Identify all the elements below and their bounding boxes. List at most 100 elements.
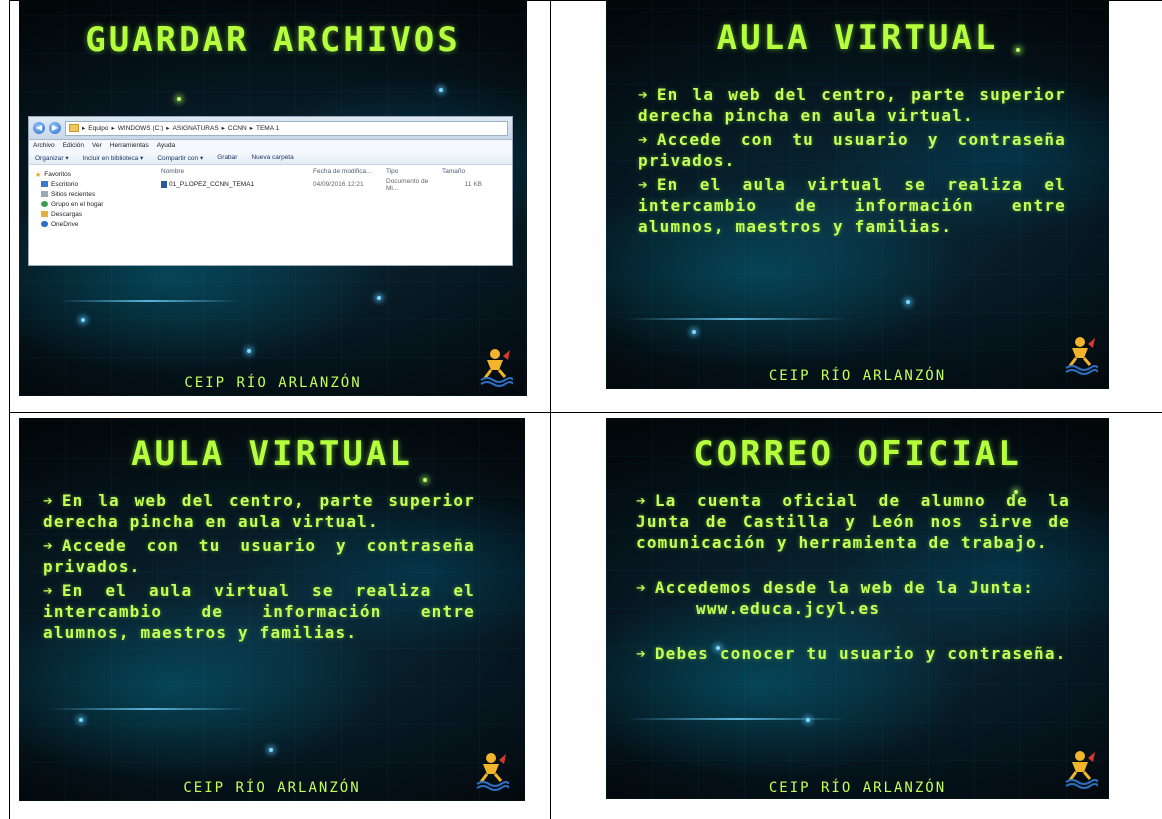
- slide-body: ➔ La cuenta oficial de alumno de la Junta…: [636, 490, 1070, 667]
- light-dot: [377, 296, 381, 300]
- cloud-icon: [41, 221, 48, 227]
- file-row[interactable]: 01_P.LOPEZ_CCNN_TEMA1 04/09/2016 12:21 D…: [153, 177, 512, 192]
- column-fecha[interactable]: Fecha de modifica...: [313, 168, 386, 175]
- bullet-item: ➔ Accede con tu usuario y contraseña priv…: [43, 536, 475, 576]
- slide-title: AULA VIRTUAL: [716, 18, 999, 58]
- arrow-icon: ➔: [636, 491, 647, 510]
- arrow-icon: ➔: [636, 644, 647, 663]
- light-dot: [81, 318, 85, 322]
- slide-title: AULA VIRTUAL: [131, 434, 413, 474]
- arrow-icon: ➔: [43, 491, 54, 510]
- arrow-icon: ➔: [638, 175, 649, 194]
- recent-places-icon: [41, 191, 48, 197]
- slide-body: ➔ En la web del centro, parte superior de…: [43, 490, 475, 646]
- menu-ver[interactable]: Ver: [92, 142, 102, 149]
- slide-correo-oficial: CORREO OFICIAL ➔ La cuenta oficial de alu…: [606, 418, 1109, 799]
- column-tipo[interactable]: Tipo: [386, 168, 442, 175]
- desktop-icon: [41, 181, 48, 187]
- arrow-icon: ➔: [638, 130, 649, 149]
- light-dot: [439, 88, 443, 92]
- explorer-sidebar: ★ Favoritos Escritorio Sitios recientes G…: [29, 165, 153, 229]
- slide-title: CORREO OFICIAL: [693, 434, 1022, 474]
- file-name: 01_P.LOPEZ_CCNN_TEMA1: [169, 181, 255, 189]
- light-streak: [626, 718, 846, 720]
- light-streak: [49, 708, 249, 710]
- website-link[interactable]: www.educa.jcyl.es: [636, 598, 1070, 619]
- sidebar-item-escritorio[interactable]: Escritorio: [35, 179, 153, 189]
- menu-herramientas[interactable]: Herramientas: [110, 142, 149, 149]
- burn-button[interactable]: Grabar: [217, 154, 237, 161]
- slide-footer: CEIP RÍO ARLANZÓN: [768, 780, 947, 796]
- menu-ayuda[interactable]: Ayuda: [157, 142, 175, 149]
- light-streak: [626, 318, 846, 320]
- arrow-icon: ➔: [636, 578, 647, 597]
- bullet-item: ➔ En la web del centro, parte superior de…: [638, 85, 1066, 125]
- light-dot: [269, 748, 273, 752]
- menu-archivo[interactable]: Archivo: [33, 142, 55, 149]
- slide-footer: CEIP RÍO ARLANZÓN: [184, 375, 362, 391]
- file-type: Documento de Mi...: [386, 177, 429, 192]
- homegroup-icon: [41, 201, 48, 207]
- light-dot: [79, 718, 83, 722]
- folder-icon: [69, 124, 79, 132]
- slide-title: GUARDAR ARCHIVOS: [85, 20, 461, 60]
- file-explorer-window: ◀ ▶ ▸ Equipo ▸ WINDOWS (C:) ▸ ASIGNATURA…: [29, 117, 512, 265]
- arrow-icon: ➔: [43, 536, 54, 555]
- file-date: 04/09/2016 12:21: [313, 181, 364, 188]
- menu-edicion[interactable]: Edición: [63, 142, 84, 149]
- explorer-content: ★ Favoritos Escritorio Sitios recientes G…: [29, 165, 512, 229]
- sidebar-item-favoritos[interactable]: ★ Favoritos: [35, 169, 153, 180]
- path-segment[interactable]: TEMA 1: [256, 125, 279, 132]
- arrow-icon: ➔: [638, 85, 649, 104]
- path-segment[interactable]: CCNN: [228, 125, 247, 132]
- bullet-item: ➔ En la web del centro, parte superior de…: [43, 491, 475, 531]
- slide-aula-virtual-2: AULA VIRTUAL ➔ En la web del centro, part…: [19, 418, 525, 801]
- file-list: Nombre Fecha de modifica... Tipo Tamaño …: [153, 165, 512, 229]
- word-document-icon: [161, 180, 167, 188]
- file-list-header: Nombre Fecha de modifica... Tipo Tamaño: [153, 165, 512, 178]
- slide-footer: CEIP RÍO ARLANZÓN: [768, 368, 947, 384]
- light-dot: [692, 330, 696, 334]
- table-border-middle: [9, 412, 1162, 413]
- forward-arrow-icon[interactable]: ▶: [49, 122, 61, 134]
- light-dot: [906, 300, 910, 304]
- light-dot: [806, 718, 810, 722]
- light-dot: [423, 478, 427, 482]
- slide-body: ➔ En la web del centro, parte superior de…: [638, 84, 1066, 240]
- organize-button[interactable]: Organizar ▾: [35, 154, 69, 162]
- explorer-menu-bar: Archivo Edición Ver Herramientas Ayuda: [29, 140, 512, 151]
- file-size: 11 KB: [464, 181, 482, 188]
- path-segment[interactable]: WINDOWS (C:): [118, 125, 164, 132]
- bullet-item: ➔ En el aula virtual se realiza el interc…: [43, 581, 475, 642]
- slide-aula-virtual-1: AULA VIRTUAL ➔ En la web del centro, part…: [606, 0, 1109, 389]
- share-button[interactable]: Compartir con ▾: [157, 154, 203, 162]
- path-input[interactable]: ▸ Equipo ▸ WINDOWS (C:) ▸ ASIGNATURAS ▸ …: [65, 120, 508, 136]
- slide-footer: CEIP RÍO ARLANZÓN: [183, 780, 361, 796]
- sidebar-item-sitios-recientes[interactable]: Sitios recientes: [35, 189, 153, 199]
- explorer-address-bar: ◀ ▶ ▸ Equipo ▸ WINDOWS (C:) ▸ ASIGNATURA…: [29, 117, 512, 140]
- column-nombre[interactable]: Nombre: [153, 168, 313, 175]
- downloads-icon: [41, 211, 48, 217]
- column-tamano[interactable]: Tamaño: [442, 168, 482, 175]
- table-border-left: [9, 0, 10, 819]
- sidebar-item-grupo-hogar[interactable]: Grupo en el hogar: [35, 199, 153, 209]
- back-arrow-icon[interactable]: ◀: [33, 122, 45, 134]
- bullet-item: ➔ Accede con tu usuario y contraseña priv…: [638, 130, 1066, 170]
- bullet-item: ➔ Debes conocer tu usuario y contraseña.: [636, 644, 1067, 663]
- star-icon: ★: [35, 172, 42, 179]
- sidebar-item-onedrive[interactable]: OneDrive: [35, 219, 153, 229]
- bullet-item: ➔ Accedemos desde la web de la Junta:: [636, 578, 1034, 597]
- bullet-item: ➔ En el aula virtual se realiza el interc…: [638, 175, 1066, 236]
- arrow-icon: ➔: [43, 581, 54, 600]
- slide-guardar-archivos: GUARDAR ARCHIVOS ◀ ▶ ▸ Equipo ▸ WINDOWS …: [19, 0, 527, 396]
- explorer-toolbar: Organizar ▾ Incluir en biblioteca ▾ Comp…: [29, 151, 512, 165]
- path-segment[interactable]: ASIGNATURAS: [173, 125, 219, 132]
- light-dot: [247, 349, 251, 353]
- path-segment[interactable]: Equipo: [88, 125, 108, 132]
- sidebar-item-descargas[interactable]: Descargas: [35, 209, 153, 219]
- include-library-button[interactable]: Incluir en biblioteca ▾: [83, 154, 144, 162]
- new-folder-button[interactable]: Nueva carpeta: [251, 154, 293, 161]
- bullet-item: ➔ La cuenta oficial de alumno de la Junta…: [636, 491, 1070, 552]
- light-streak: [59, 300, 239, 302]
- light-dot: [177, 97, 181, 101]
